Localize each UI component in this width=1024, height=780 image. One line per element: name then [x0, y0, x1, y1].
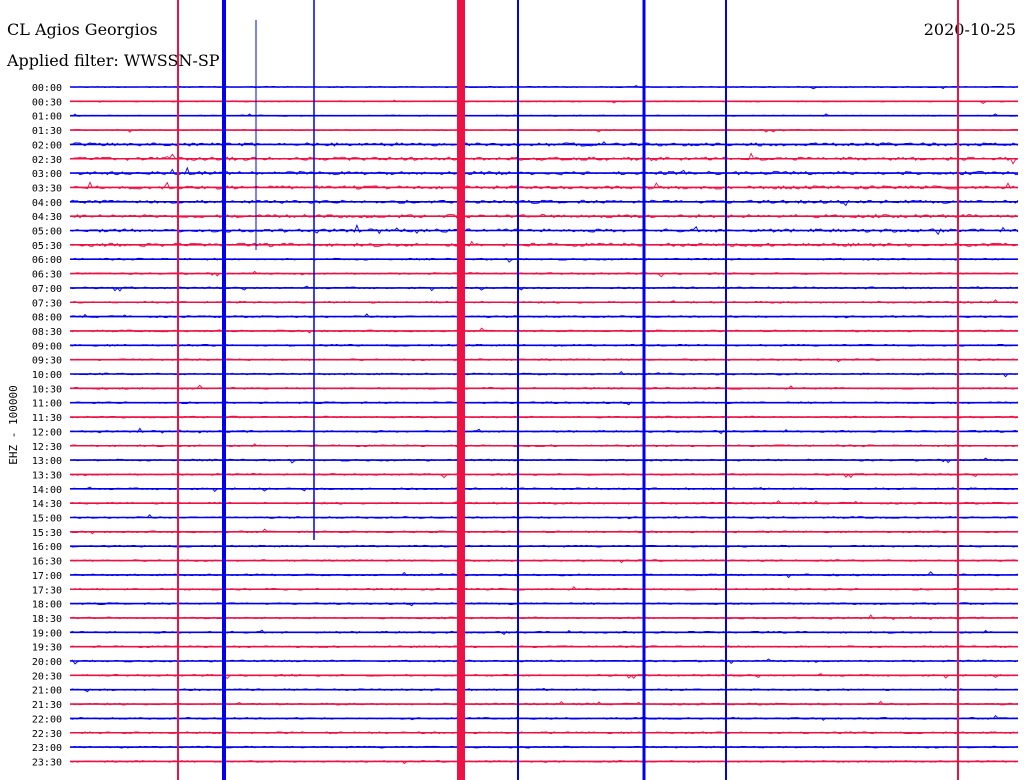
row-label: 13:30 [32, 470, 62, 481]
row-label: 23:00 [32, 743, 62, 754]
row-label: 19:30 [32, 643, 62, 654]
row-label: 03:00 [32, 169, 62, 180]
y-axis-label: EHZ - 100000 [7, 385, 20, 464]
row-label: 21:30 [32, 700, 62, 711]
row-label: 06:00 [32, 255, 62, 266]
row-label: 08:30 [32, 327, 62, 338]
row-label: 06:30 [32, 270, 62, 281]
row-label: 23:30 [32, 757, 62, 768]
row-label: 10:00 [32, 370, 62, 381]
row-label: 18:30 [32, 614, 62, 625]
trace-waveform [69, 240, 1019, 248]
row-label: 01:00 [32, 112, 62, 123]
row-label: 09:00 [32, 341, 62, 352]
row-label: 03:30 [32, 183, 62, 194]
row-label: 07:30 [32, 298, 62, 309]
row-label: 17:30 [32, 585, 62, 596]
row-label: 17:00 [32, 571, 62, 582]
row-label: 20:00 [32, 657, 62, 668]
trace-waveform [69, 528, 1019, 535]
row-label: 01:30 [32, 126, 62, 137]
row-label: 22:00 [32, 714, 62, 725]
row-label: 05:00 [32, 227, 62, 238]
row-label: 02:00 [32, 140, 62, 151]
row-label: 13:00 [32, 456, 62, 467]
row-label: 10:30 [32, 384, 62, 395]
row-label: 14:00 [32, 485, 62, 496]
row-label: 21:00 [32, 686, 62, 697]
row-label: 09:30 [32, 356, 62, 367]
trace-waveform [69, 166, 1019, 176]
row-label: 07:00 [32, 284, 62, 295]
row-label: 02:30 [32, 155, 62, 166]
row-label: 04:00 [32, 198, 62, 209]
row-label: 08:00 [32, 313, 62, 324]
row-label: 22:30 [32, 729, 62, 740]
row-label: 18:00 [32, 600, 62, 611]
row-label: 00:00 [32, 83, 62, 94]
trace-waveform [69, 370, 1019, 378]
helicorder-plot: 00:00 00:30 01:00 01:30 02:00 02:30 03:00 03:30… [7, 0, 1019, 780]
row-label: 05:30 [32, 241, 62, 252]
row-label: 12:30 [32, 442, 62, 453]
row-label: 15:00 [32, 514, 62, 525]
row-label: 14:30 [32, 499, 62, 510]
row-label: 11:30 [32, 413, 62, 424]
row-label: 19:00 [32, 628, 62, 639]
row-label: 16:00 [32, 542, 62, 553]
row-label: 15:30 [32, 528, 62, 539]
row-label: 00:30 [32, 97, 62, 108]
row-label: 04:30 [32, 212, 62, 223]
trace-waveform [69, 384, 1019, 390]
trace-waveform [69, 199, 1019, 207]
row-label: 20:30 [32, 671, 62, 682]
row-label: 11:00 [32, 399, 62, 410]
row-label: 12:00 [32, 427, 62, 438]
row-label: 16:30 [32, 557, 62, 568]
